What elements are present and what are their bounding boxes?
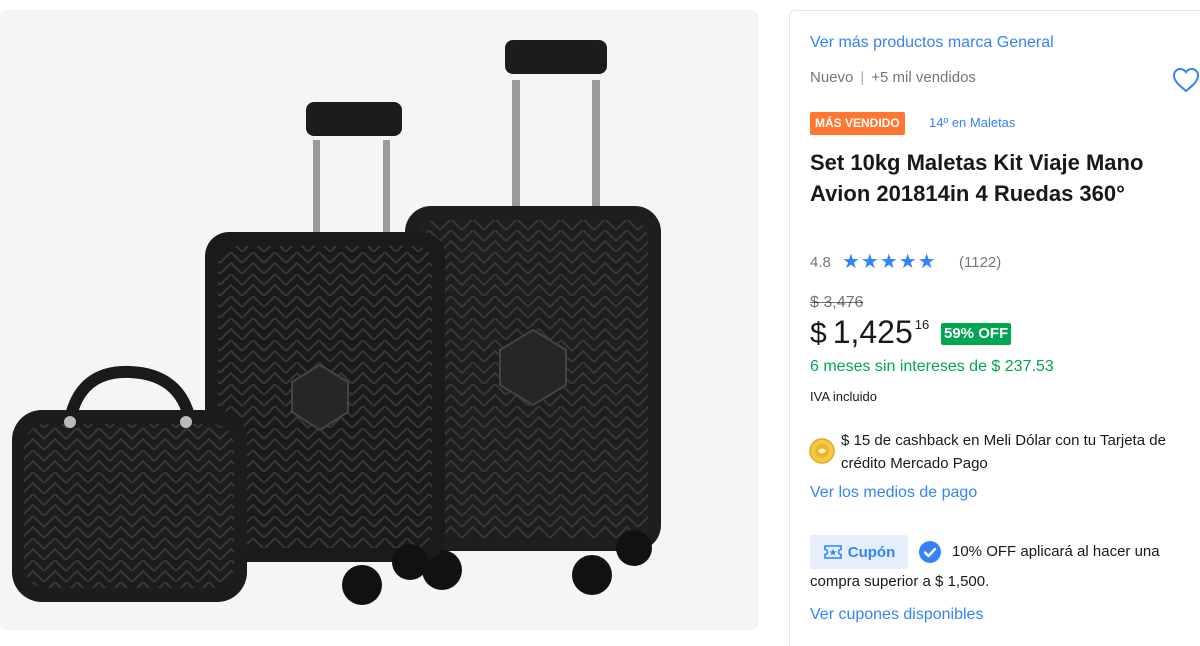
payment-methods-link[interactable]: Ver los medios de pago bbox=[810, 484, 977, 502]
coupon-text-line2: compra superior a $ 1,500. bbox=[810, 573, 990, 590]
condition-label: Nuevo bbox=[810, 69, 854, 86]
checkmark-icon bbox=[918, 540, 942, 564]
brand-link[interactable]: Ver más productos marca General bbox=[810, 34, 1054, 52]
tax-note: IVA incluido bbox=[810, 389, 877, 404]
coupon-tag-label: Cupón bbox=[847, 543, 896, 561]
category-rank-link[interactable]: 14º en Maletas bbox=[929, 115, 1015, 130]
discount-badge: 59% OFF bbox=[941, 323, 1012, 345]
rating-stars-icon[interactable]: ★★★★★ bbox=[842, 251, 937, 273]
ticket-icon bbox=[823, 545, 842, 559]
product-title: Set 10kg Maletas Kit Viaje Mano Avion 20… bbox=[810, 150, 1144, 206]
current-price: $1,425 16 bbox=[810, 314, 929, 354]
product-image[interactable] bbox=[0, 10, 758, 630]
installments-text: 6 meses sin intereses de $ 237.53 bbox=[810, 358, 1054, 375]
sold-count: +5 mil vendidos bbox=[871, 69, 976, 86]
available-coupons-link[interactable]: Ver cupones disponibles bbox=[810, 606, 983, 624]
price-currency: $ bbox=[810, 317, 827, 350]
original-price: $ 3,476 bbox=[810, 294, 864, 311]
product-info-panel: Ver más productos marca General Nuevo | +5… bbox=[789, 10, 1200, 646]
coupon-text-line1: 10% OFF aplicará al hacer una bbox=[952, 543, 1160, 560]
separator: | bbox=[860, 69, 865, 86]
best-seller-badge: MÁS VENDIDO bbox=[810, 112, 905, 135]
review-count[interactable]: (1122) bbox=[959, 254, 1001, 271]
favorite-heart-icon[interactable] bbox=[1172, 67, 1200, 93]
cashback-text: $ 15 de cashback en Meli Dólar con tu Ta… bbox=[841, 432, 1166, 472]
rating-value: 4.8 bbox=[810, 254, 831, 271]
product-subtitle: Nuevo | +5 mil vendidos bbox=[810, 69, 976, 86]
coupon-tag[interactable]: Cupón bbox=[810, 535, 908, 569]
meli-dolar-coin-icon bbox=[809, 438, 835, 464]
luggage-set-illustration bbox=[12, 40, 661, 605]
price-cents: 16 bbox=[914, 317, 930, 332]
price-integer: 1,425 bbox=[832, 314, 913, 350]
